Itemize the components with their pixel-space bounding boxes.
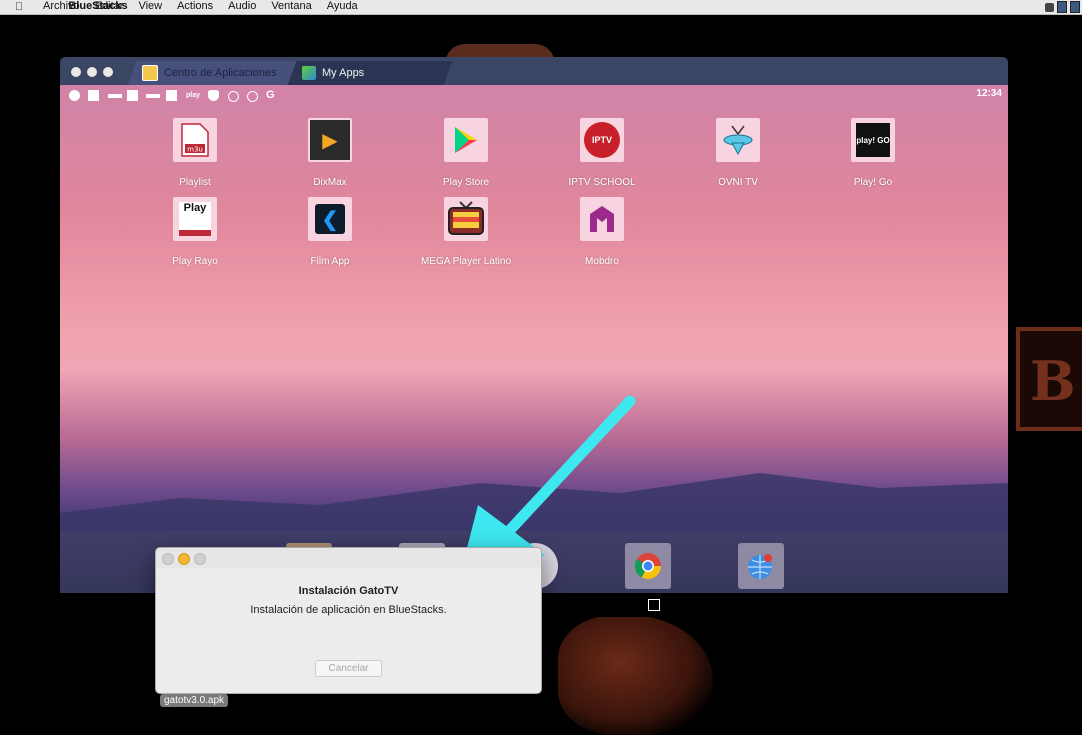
play-icon: play: [186, 92, 201, 99]
app-play-store[interactable]: Play Store: [411, 118, 521, 188]
notification-icon: [166, 90, 177, 101]
app-dixmax[interactable]: ▶ DixMax: [275, 118, 385, 188]
app-label: IPTV SCHOOL: [568, 177, 636, 188]
iptv-glyph: IPTV: [584, 122, 620, 158]
background-image: [558, 615, 713, 735]
app-playlist[interactable]: m3u Playlist: [140, 118, 250, 188]
status-clock: 12:34: [976, 88, 1002, 99]
app-play-go[interactable]: play! GO Play! Go: [818, 118, 928, 188]
mega-player-icon: [444, 197, 488, 241]
notification-icon: [108, 94, 122, 98]
google-icon: G: [266, 89, 275, 101]
playlist-glyph: m3u: [187, 146, 203, 154]
play-circle-icon: [247, 91, 258, 102]
menu-ventana[interactable]: Ventana: [271, 0, 311, 14]
app-label: OVNI TV: [718, 177, 758, 188]
app-label: Mobdro: [585, 256, 619, 267]
minimize-window-button[interactable]: [87, 67, 97, 77]
recent-apps-button[interactable]: [648, 599, 660, 611]
status-icon[interactable]: [1070, 1, 1080, 13]
app-center-icon: [142, 65, 158, 81]
notification-icon: [88, 90, 99, 101]
play-go-glyph: play! GO: [856, 123, 890, 157]
app-label: Film App: [310, 256, 350, 267]
menubar-status-area: [1045, 0, 1082, 14]
status-icon[interactable]: [1045, 2, 1054, 12]
app-iptv-school[interactable]: IPTV IPTV SCHOOL: [547, 118, 657, 188]
play-go-icon: play! GO: [851, 118, 895, 162]
dialog-close-button[interactable]: [162, 553, 174, 565]
cancel-button[interactable]: Cancelar: [315, 660, 382, 677]
apple-menu-icon[interactable]: : [15, 0, 23, 14]
play-store-icon: [444, 118, 488, 162]
bluestacks-logo-icon: [302, 66, 316, 80]
film-app-glyph: ❮: [315, 204, 345, 234]
zoom-window-button[interactable]: [103, 67, 113, 77]
notification-icon: [127, 90, 138, 101]
app-label: Play Store: [442, 177, 490, 188]
tab-label: My Apps: [322, 67, 365, 79]
tab-my-apps[interactable]: My Apps: [287, 61, 453, 85]
dixmax-icon: ▶: [308, 118, 352, 162]
notification-icon: [146, 94, 160, 98]
dialog-zoom-button[interactable]: [194, 553, 206, 565]
notification-icon: [69, 90, 80, 101]
iptv-school-icon: IPTV: [580, 118, 624, 162]
menu-audio[interactable]: Audio: [228, 0, 256, 14]
close-window-button[interactable]: [71, 67, 81, 77]
app-label: Play Rayo: [172, 256, 218, 267]
status-icon[interactable]: [1057, 1, 1067, 13]
ovni-tv-icon: [716, 118, 760, 162]
install-dialog: Instalación GatoTV Instalación de aplica…: [155, 547, 542, 694]
app-mega-player-latino[interactable]: MEGA Player Latino: [411, 197, 521, 267]
file-label[interactable]: gatotv3.0.apk: [160, 694, 229, 707]
app-label: Play! Go: [853, 177, 893, 188]
play-rayo-glyph: Play: [179, 202, 211, 236]
menu-bluestacks[interactable]: BlueStacks: [43, 0, 153, 13]
app-play-rayo[interactable]: Play Play Rayo: [140, 197, 250, 267]
app-label: MEGA Player Latino: [420, 256, 512, 267]
app-film-app[interactable]: ❮ Film App: [275, 197, 385, 267]
playlist-m3u-icon: m3u: [173, 118, 217, 162]
dixmax-glyph: ▶: [310, 120, 350, 160]
record-icon: [228, 91, 239, 102]
background-sign: B: [1016, 327, 1082, 431]
dialog-minimize-button[interactable]: [178, 553, 190, 565]
app-ovni-tv[interactable]: OVNI TV: [683, 118, 793, 188]
menu-ayuda[interactable]: Ayuda: [327, 0, 358, 14]
mac-menubar:  BlueStacks Archivo Editar View Actions…: [0, 0, 1082, 15]
tab-centro-de-aplicaciones[interactable]: Centro de Aplicaciones: [127, 61, 297, 85]
app-label: DixMax: [313, 177, 347, 188]
android-status-bar: play G 12:34: [60, 85, 1008, 103]
mobdro-icon: [580, 197, 624, 241]
dialog-title: Instalación GatoTV: [298, 585, 399, 597]
dialog-message: Instalación de aplicación en BlueStacks.: [250, 604, 447, 616]
shield-icon: [208, 90, 219, 101]
window-titlebar: Centro de Aplicaciones My Apps: [60, 57, 1008, 85]
dialog-titlebar: [156, 548, 541, 568]
background-sign-text: B: [1030, 349, 1076, 413]
app-mobdro[interactable]: Mobdro: [547, 197, 657, 267]
play-rayo-icon: Play: [173, 197, 217, 241]
app-label: Playlist: [179, 177, 211, 188]
tab-label: Centro de Aplicaciones: [164, 67, 277, 79]
film-app-icon: ❮: [308, 197, 352, 241]
browser-globe-icon[interactable]: [738, 543, 784, 589]
menu-actions[interactable]: Actions: [177, 0, 213, 14]
